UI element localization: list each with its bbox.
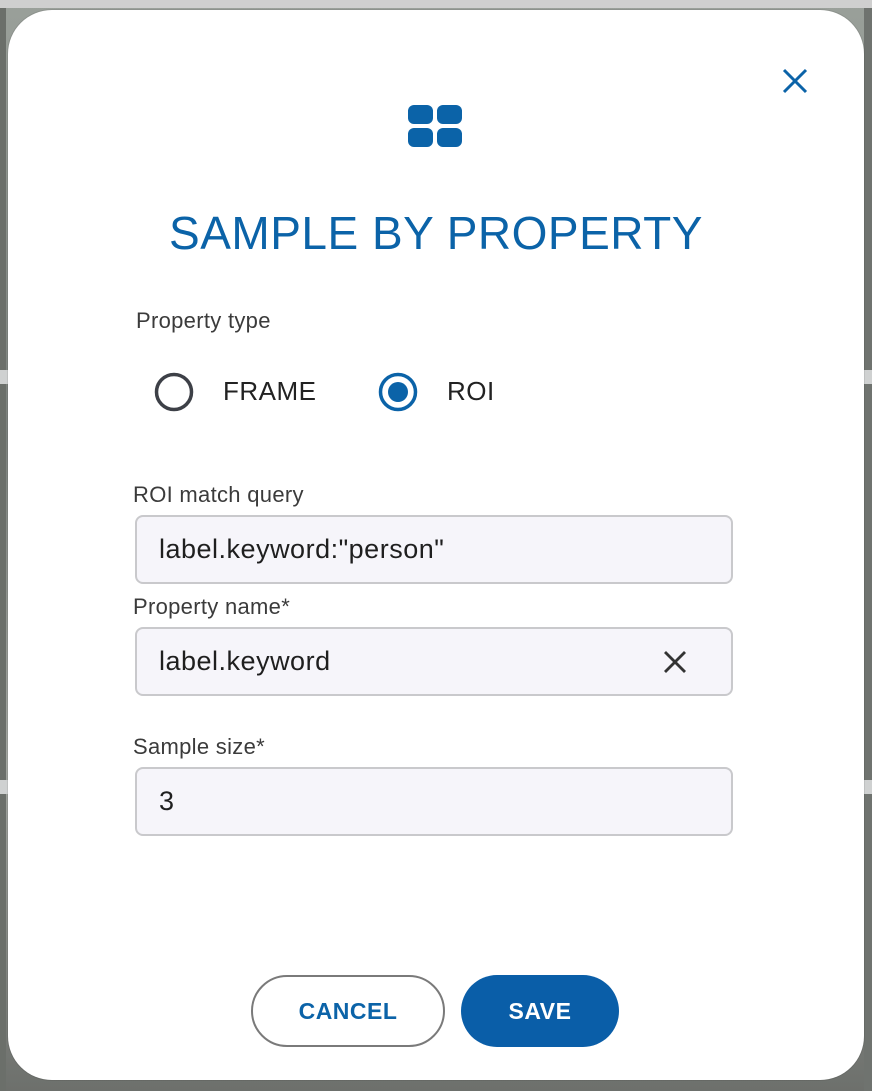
radio-checked-icon [378, 372, 418, 412]
radio-roi-label[interactable]: ROI [447, 376, 495, 407]
radio-frame-label[interactable]: FRAME [223, 376, 317, 407]
radio-unchecked-icon [154, 372, 194, 412]
cancel-button[interactable]: CANCEL [251, 975, 445, 1047]
radio-roi[interactable] [378, 372, 418, 412]
save-button[interactable]: SAVE [461, 975, 619, 1047]
background-strip [0, 780, 8, 794]
sample-size-label: Sample size* [133, 734, 265, 759]
background-strip [864, 370, 872, 384]
radio-frame[interactable] [154, 372, 194, 412]
clear-icon [664, 651, 686, 673]
background-strip [864, 780, 872, 794]
property-type-label: Property type [136, 308, 271, 333]
close-icon [782, 68, 808, 94]
background-strip [0, 370, 8, 384]
property-name-label: Property name* [133, 594, 291, 619]
property-name-field[interactable] [135, 627, 733, 696]
close-button[interactable] [780, 66, 810, 96]
roi-match-query-input[interactable] [159, 517, 639, 582]
sample-size-field[interactable] [135, 767, 733, 836]
dialog-title: SAMPLE BY PROPERTY [169, 207, 703, 259]
sample-by-property-dialog: SAMPLE BY PROPERTY Property type FRAME R… [8, 10, 864, 1080]
roi-match-query-field[interactable] [135, 515, 733, 584]
sample-size-input[interactable] [159, 769, 639, 834]
grid-icon [408, 105, 462, 147]
roi-match-query-label: ROI match query [133, 482, 304, 507]
clear-property-name-button[interactable] [663, 650, 687, 674]
property-name-input[interactable] [159, 629, 639, 694]
